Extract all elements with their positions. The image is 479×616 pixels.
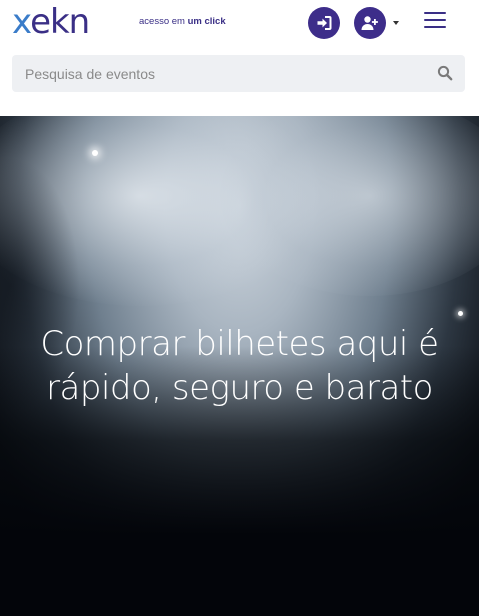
hero-headline: Comprar bilhetes aqui é rápido, seguro e…: [0, 322, 479, 410]
user-plus-icon: [361, 16, 378, 30]
top-header: xekn acesso em um click: [0, 0, 479, 116]
sign-in-icon: [317, 16, 332, 30]
tagline-bold: um click: [187, 16, 226, 27]
hero-headline-line1: Comprar bilhetes aqui é: [40, 324, 439, 364]
user-dropdown-caret-icon[interactable]: [393, 21, 399, 25]
stage-light: [458, 311, 463, 316]
stage-light: [92, 150, 98, 156]
brand-tagline: acesso em um click: [139, 16, 226, 27]
hamburger-menu-icon[interactable]: [424, 12, 446, 28]
search-icon[interactable]: [437, 65, 453, 81]
brand-logo[interactable]: xekn: [12, 2, 90, 42]
logo-wordmark: xekn: [12, 2, 90, 42]
hero-headline-line2: rápido, seguro e barato: [46, 368, 433, 408]
event-search-bar: [12, 55, 465, 92]
search-input[interactable]: [12, 55, 422, 92]
register-button[interactable]: [354, 7, 386, 39]
tagline-prefix: acesso em: [139, 16, 185, 27]
login-button[interactable]: [308, 7, 340, 39]
hero-banner: Comprar bilhetes aqui é rápido, seguro e…: [0, 116, 479, 616]
